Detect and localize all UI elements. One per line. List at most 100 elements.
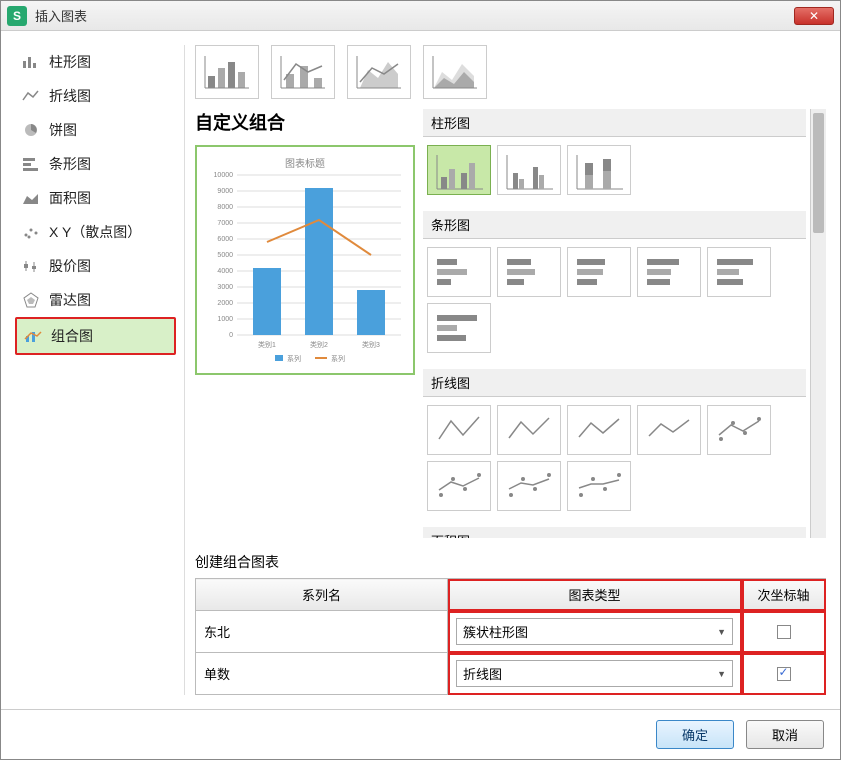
combo-preset-thumb[interactable] [195,45,259,99]
window-title: 插入图表 [35,6,794,25]
dialog-footer: 确定 取消 [1,709,840,759]
svg-text:10000: 10000 [214,172,234,179]
svg-text:2000: 2000 [217,300,233,307]
gallery-subtype-thumb[interactable] [567,145,631,195]
gallery-subtype-thumb[interactable] [427,145,491,195]
sidebar-item-line-chart[interactable]: 折线图 [15,79,176,113]
gallery-category-header: 柱形图 [423,109,806,137]
svg-text:3000: 3000 [217,284,233,291]
combo-table-body: 东北簇状柱形图▼单数折线图▼ [196,611,826,695]
gallery-subtype-thumb[interactable] [707,405,771,455]
sidebar-item-pie-chart[interactable]: 饼图 [15,113,176,147]
gallery-scrollbar[interactable] [810,109,826,538]
gallery-category: 面积图 [423,527,806,538]
series-name-cell: 单数 [196,653,448,695]
gallery-subtype-thumb[interactable] [497,145,561,195]
gallery-subtype-thumb[interactable] [427,461,491,511]
col-type-header: 图表类型 [448,579,742,611]
dialog-body: 柱形图折线图饼图条形图面积图X Y（散点图）股价图雷达图组合图 自定义组合 图表… [1,31,840,709]
svg-text:系列: 系列 [331,354,345,363]
sidebar-item-label: X Y（散点图） [49,222,141,242]
combo-preset-thumb[interactable] [423,45,487,99]
svg-text:7000: 7000 [217,220,233,227]
scatter-chart-icon [21,224,41,240]
col-series-header: 系列名 [196,579,448,611]
secondary-axis-checkbox[interactable] [777,625,791,639]
gallery-subtype-thumb[interactable] [707,247,771,297]
sidebar-item-stock-chart[interactable]: 股价图 [15,249,176,283]
sidebar-item-bar-chart[interactable]: 条形图 [15,147,176,181]
chevron-down-icon: ▼ [717,669,726,679]
combo-row: 东北簇状柱形图▼ [196,611,826,653]
gallery-subtype-thumb[interactable] [567,247,631,297]
svg-text:1000: 1000 [217,316,233,323]
combo-preset-row [195,45,826,99]
sidebar-item-label: 柱形图 [49,52,91,72]
gallery-items [423,239,806,361]
main-panel: 自定义组合 图表标题 [195,45,826,695]
sidebar-item-combo-chart[interactable]: 组合图 [15,317,176,355]
bar-chart-icon [21,156,41,172]
gallery-category-header: 条形图 [423,211,806,239]
chart-type-select[interactable]: 簇状柱形图 ▼ [456,618,733,645]
gallery-subtype-thumb[interactable] [567,461,631,511]
area-chart-icon [21,190,41,206]
svg-text:0: 0 [229,332,233,339]
sidebar-item-radar-chart[interactable]: 雷达图 [15,283,176,317]
radar-chart-icon [21,292,41,308]
line-chart-icon [21,88,41,104]
gallery-category: 折线图 [423,369,806,519]
gallery-subtype-thumb[interactable] [497,461,561,511]
combo-table: 系列名 图表类型 次坐标轴 东北簇状柱形图▼单数折线图▼ [195,578,826,695]
gallery-category: 柱形图 [423,109,806,203]
combo-chart-icon [23,328,43,344]
gallery-subtype-thumb[interactable] [567,405,631,455]
gallery-subtype-thumb[interactable] [497,405,561,455]
sidebar-item-label: 股价图 [49,256,91,276]
chart-type-select[interactable]: 折线图▼ [456,660,733,687]
custom-combo-title: 自定义组合 [195,109,415,135]
svg-text:6000: 6000 [217,236,233,243]
sidebar-item-area-chart[interactable]: 面积图 [15,181,176,215]
gallery-subtype-thumb[interactable] [427,247,491,297]
select-value: 簇状柱形图 [463,622,528,641]
sidebar-item-label: 组合图 [51,326,93,346]
chevron-down-icon: ▼ [717,627,726,637]
secondary-axis-checkbox[interactable] [777,667,791,681]
close-button[interactable]: ✕ [794,7,834,25]
subtype-gallery-column: 柱形图条形图折线图面积图饼图 [423,109,826,538]
svg-text:4000: 4000 [217,268,233,275]
gallery-subtype-thumb[interactable] [637,247,701,297]
chart-type-cell: 簇状柱形图 ▼ [448,611,742,653]
insert-chart-dialog: S 插入图表 ✕ 柱形图折线图饼图条形图面积图X Y（散点图）股价图雷达图组合图… [0,0,841,760]
scrollbar-thumb[interactable] [813,113,824,233]
svg-text:5000: 5000 [217,252,233,259]
gallery-items [423,397,806,519]
sidebar-item-label: 条形图 [49,154,91,174]
gallery-subtype-thumb[interactable] [497,247,561,297]
combo-preset-thumb[interactable] [271,45,335,99]
secondary-axis-cell [742,653,826,695]
gallery-subtype-thumb[interactable] [427,303,491,353]
chart-type-cell: 折线图▼ [448,653,742,695]
svg-text:9000: 9000 [217,188,233,195]
cancel-button[interactable]: 取消 [746,720,824,749]
svg-text:类别2: 类别2 [310,340,328,349]
svg-text:类别3: 类别3 [362,340,380,349]
sidebar-item-label: 面积图 [49,188,91,208]
chart-preview: 图表标题 [195,145,415,375]
sidebar-item-scatter-chart[interactable]: X Y（散点图） [15,215,176,249]
subtype-gallery[interactable]: 柱形图条形图折线图面积图饼图 [423,109,810,538]
titlebar: S 插入图表 ✕ [1,1,840,31]
sidebar-item-column-chart[interactable]: 柱形图 [15,45,176,79]
col-secondary-header: 次坐标轴 [742,579,826,611]
gallery-subtype-thumb[interactable] [637,405,701,455]
sidebar-item-label: 雷达图 [49,290,91,310]
preview-chart-title: 图表标题 [285,157,325,170]
gallery-subtype-thumb[interactable] [427,405,491,455]
svg-text:类别1: 类别1 [258,340,276,349]
combo-table-label: 创建组合图表 [195,552,826,572]
combo-preset-thumb[interactable] [347,45,411,99]
stock-chart-icon [21,258,41,274]
ok-button[interactable]: 确定 [656,720,734,749]
